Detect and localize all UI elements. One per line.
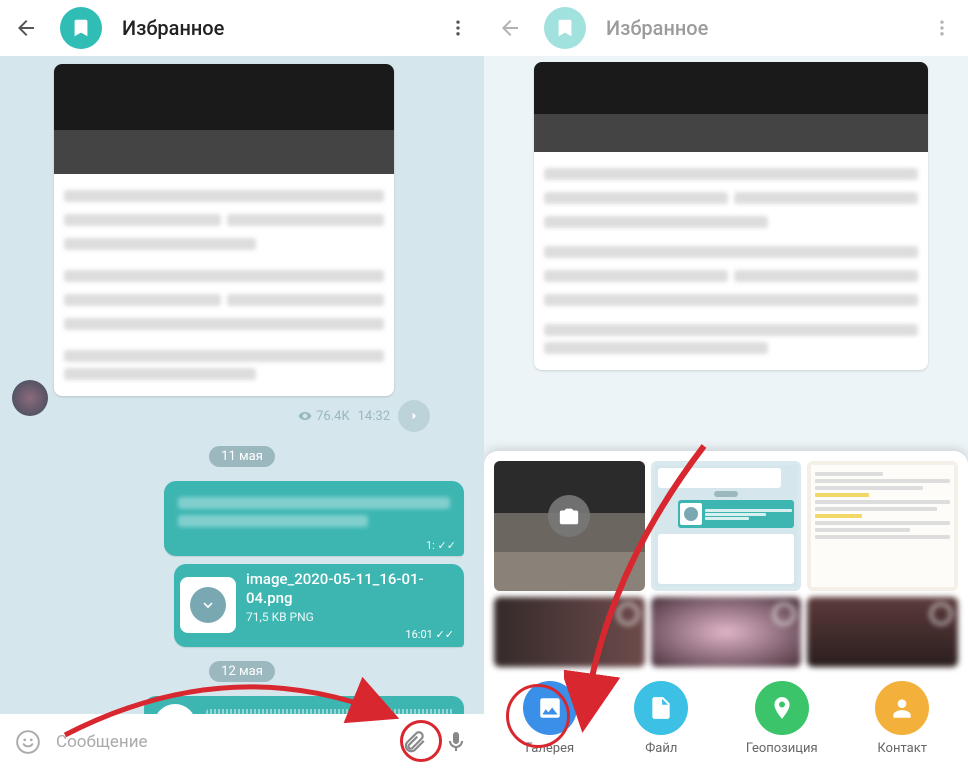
gallery-thumbnail[interactable]: [807, 597, 958, 667]
message-text: [54, 174, 394, 396]
attach-button[interactable]: [400, 728, 428, 756]
sender-avatar[interactable]: [12, 380, 48, 416]
emoji-button[interactable]: [14, 728, 42, 756]
attach-file-label: Файл: [645, 741, 677, 756]
date-separator: 11 мая: [209, 446, 275, 467]
chat-title[interactable]: Избранное: [606, 16, 908, 40]
gallery-grid: [494, 461, 958, 667]
gallery-thumbnail[interactable]: [807, 461, 958, 591]
attach-gallery-button[interactable]: Галерея: [523, 681, 577, 756]
incoming-message[interactable]: [54, 64, 394, 396]
select-circle[interactable]: [773, 603, 795, 625]
download-icon[interactable]: [190, 587, 226, 623]
file-thumbnail: [180, 577, 236, 633]
outgoing-voice-message[interactable]: 00:09 06:14 ✓✓: [144, 696, 464, 715]
chat-header: Избранное: [484, 0, 968, 56]
message-views: 76.4K: [298, 409, 350, 424]
location-icon: [755, 681, 809, 735]
camera-tile[interactable]: [494, 461, 645, 591]
voice-record-button[interactable]: [442, 728, 470, 756]
message-image: [534, 62, 928, 152]
chat-title[interactable]: Избранное: [122, 16, 424, 40]
back-button[interactable]: [12, 14, 40, 42]
file-name: image_2020-05-11_16-01-04.png: [246, 570, 458, 608]
date-separator: 12 мая: [209, 661, 275, 682]
message-input[interactable]: Сообщение: [56, 732, 386, 752]
chat-body[interactable]: 76.4K 14:32 11 мая 1: ✓✓: [0, 56, 484, 714]
attachment-sheet: Галерея Файл Геопозиция: [484, 451, 968, 770]
attach-contact-button[interactable]: Контакт: [875, 681, 929, 756]
attach-location-label: Геопозиция: [746, 741, 818, 756]
message-input-bar: Сообщение: [0, 714, 484, 770]
message-time: 14:32: [358, 409, 390, 424]
incoming-message[interactable]: [534, 62, 928, 370]
camera-icon: [548, 495, 590, 537]
chat-header: Избранное: [0, 0, 484, 56]
attach-file-button[interactable]: Файл: [634, 681, 688, 756]
gallery-thumbnail[interactable]: [651, 461, 802, 591]
attach-location-button[interactable]: Геопозиция: [746, 681, 818, 756]
chat-avatar[interactable]: [60, 7, 102, 49]
share-button[interactable]: [398, 400, 430, 432]
attach-gallery-label: Галерея: [525, 741, 574, 756]
select-circle[interactable]: [930, 603, 952, 625]
more-menu-button[interactable]: [928, 14, 956, 42]
select-circle[interactable]: [617, 603, 639, 625]
chat-avatar[interactable]: [544, 7, 586, 49]
outgoing-text-message[interactable]: 1: ✓✓: [164, 481, 464, 556]
gallery-thumbnail[interactable]: [494, 597, 645, 667]
play-button[interactable]: [154, 704, 196, 715]
gallery-thumbnail[interactable]: [651, 597, 802, 667]
message-image: [54, 64, 394, 174]
more-menu-button[interactable]: [444, 14, 472, 42]
chat-body[interactable]: Галерея Файл Геопозиция: [484, 56, 968, 770]
file-size: 71,5 KB PNG: [246, 610, 458, 624]
file-icon: [634, 681, 688, 735]
file-time: 16:01: [405, 628, 432, 641]
back-button[interactable]: [496, 14, 524, 42]
attach-contact-label: Контакт: [877, 741, 927, 756]
contact-icon: [875, 681, 929, 735]
outgoing-file-message[interactable]: image_2020-05-11_16-01-04.png 71,5 KB PN…: [174, 564, 464, 647]
outgoing-time: 1:: [426, 539, 435, 552]
gallery-icon: [523, 681, 577, 735]
